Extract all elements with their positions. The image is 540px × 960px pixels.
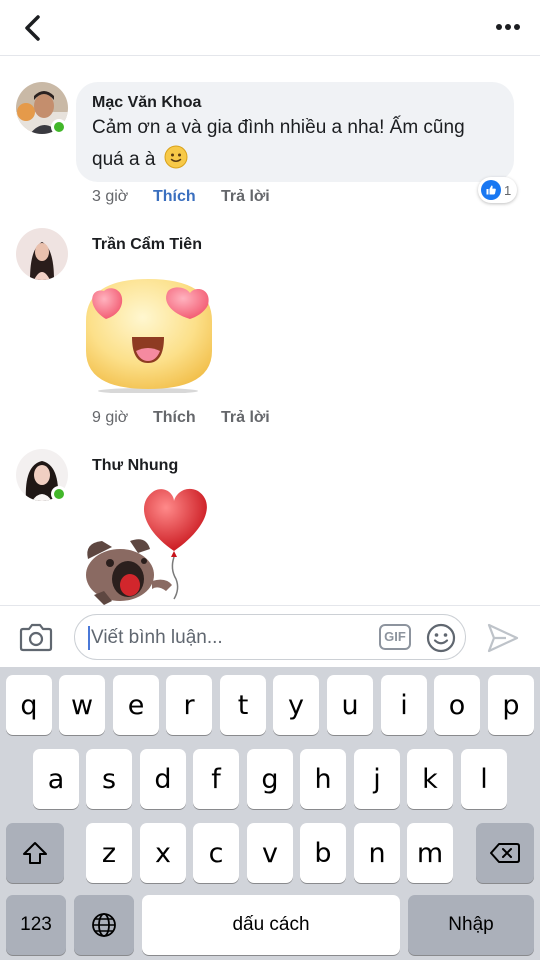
comment-author[interactable]: Thư Nhung: [92, 457, 178, 475]
emoji-button[interactable]: [425, 622, 457, 654]
key-s[interactable]: s: [86, 749, 132, 809]
key-w[interactable]: w: [59, 675, 105, 735]
shift-key[interactable]: [6, 823, 64, 883]
camera-icon: [19, 623, 53, 652]
key-o[interactable]: o: [434, 675, 480, 735]
key-x[interactable]: x: [140, 823, 186, 883]
more-horizontal-icon: [496, 24, 520, 30]
key-p[interactable]: p: [488, 675, 534, 735]
key-n[interactable]: n: [354, 823, 400, 883]
smiley-icon: [426, 623, 456, 653]
key-i[interactable]: i: [381, 675, 427, 735]
key-g[interactable]: g: [247, 749, 293, 809]
space-key[interactable]: dấu cách: [142, 895, 400, 955]
key-m[interactable]: m: [407, 823, 453, 883]
reaction-summary[interactable]: 1: [478, 177, 518, 203]
key-a[interactable]: a: [33, 749, 79, 809]
comment-text-end: quá a à: [92, 149, 156, 170]
comment-timestamp: 9 giờ: [92, 409, 129, 426]
thumbs-up-icon: [481, 180, 501, 200]
on-screen-keyboard: q w e r t y u i o p a s d f g h j k l z …: [0, 667, 540, 960]
reply-button[interactable]: Trả lời: [221, 409, 270, 427]
comment-text-line-2: quá a à: [92, 144, 188, 180]
globe-key[interactable]: [74, 895, 134, 955]
comment-author[interactable]: Mạc Văn Khoa: [92, 94, 201, 112]
key-e[interactable]: e: [113, 675, 159, 735]
comment-author[interactable]: Trần Cẩm Tiên: [92, 236, 202, 254]
comment-input-placeholder: Viết bình luận...: [91, 627, 223, 648]
key-t[interactable]: t: [220, 675, 266, 735]
globe-icon: [92, 913, 116, 937]
comment-list: Mạc Văn Khoa Cảm ơn a và gia đình nhiều …: [0, 57, 540, 605]
comment-text-line-1: Cảm ơn a và gia đình nhiều a nha! Ấm cũn…: [92, 117, 465, 138]
comment-bubble[interactable]: Mạc Văn Khoa Cảm ơn a và gia đình nhiều …: [76, 82, 514, 182]
comment-timestamp: 3 giờ: [92, 188, 129, 205]
send-button[interactable]: [486, 622, 520, 654]
delete-key[interactable]: [476, 823, 534, 883]
dog-balloon-sticker: [82, 485, 214, 605]
comment-input[interactable]: Viết bình luận... GIF: [74, 614, 466, 660]
comment-composer: Viết bình luận... GIF: [0, 605, 540, 667]
key-y[interactable]: y: [273, 675, 319, 735]
key-j[interactable]: j: [354, 749, 400, 809]
camera-button[interactable]: [18, 620, 54, 654]
reaction-count: 1: [504, 182, 512, 198]
gif-button[interactable]: GIF: [379, 624, 411, 650]
reply-button[interactable]: Trả lời: [221, 188, 270, 206]
key-b[interactable]: b: [300, 823, 346, 883]
slight-smile-emoji: [164, 145, 188, 180]
key-q[interactable]: q: [6, 675, 52, 735]
like-button[interactable]: Thích: [153, 409, 196, 427]
chevron-left-icon: [25, 15, 40, 41]
text-cursor: [88, 626, 90, 650]
backspace-icon: [490, 843, 520, 863]
online-indicator: [51, 119, 67, 135]
like-button[interactable]: Thích: [153, 188, 196, 206]
online-indicator: [51, 486, 67, 502]
key-u[interactable]: u: [327, 675, 373, 735]
numbers-key[interactable]: 123: [6, 895, 66, 955]
key-z[interactable]: z: [86, 823, 132, 883]
avatar[interactable]: [16, 228, 68, 280]
send-icon: [487, 623, 519, 653]
top-bar: [0, 0, 540, 56]
key-k[interactable]: k: [407, 749, 453, 809]
shift-icon: [23, 842, 47, 864]
key-v[interactable]: v: [247, 823, 293, 883]
heart-eyes-sticker: [80, 273, 218, 394]
return-key[interactable]: Nhập: [408, 895, 534, 955]
key-h[interactable]: h: [300, 749, 346, 809]
more-options-button[interactable]: [490, 12, 526, 42]
key-l[interactable]: l: [461, 749, 507, 809]
key-f[interactable]: f: [193, 749, 239, 809]
key-d[interactable]: d: [140, 749, 186, 809]
key-r[interactable]: r: [166, 675, 212, 735]
key-c[interactable]: c: [193, 823, 239, 883]
back-button[interactable]: [16, 10, 52, 46]
